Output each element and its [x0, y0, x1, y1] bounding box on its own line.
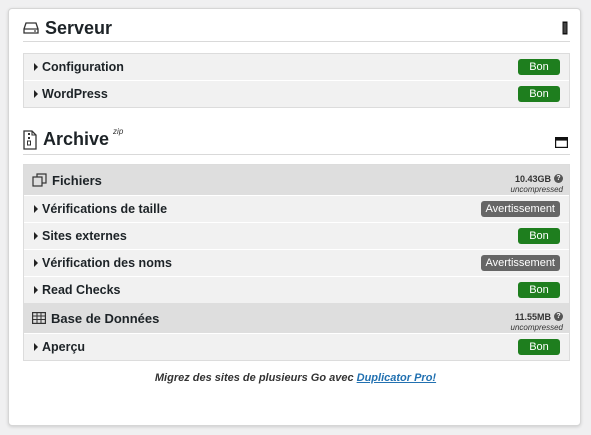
- duplicator-pro-link[interactable]: Duplicator Pro!: [357, 372, 436, 384]
- database-group-title: Base de Données: [51, 310, 160, 326]
- server-row-wordpress[interactable]: WordPress Bon: [24, 80, 569, 107]
- archive-checks-box: Fichiers 10.43GB? uncompressed Vérificat…: [23, 164, 570, 361]
- hard-drive-icon: [23, 22, 39, 34]
- file-zip-icon: [23, 129, 37, 150]
- collapse-toggle-icon[interactable]: [562, 21, 568, 40]
- row-label: Sites externes: [42, 229, 127, 243]
- row-label: Read Checks: [42, 283, 121, 297]
- server-section-header[interactable]: Serveur: [23, 15, 570, 42]
- status-badge: Bon: [518, 339, 560, 355]
- help-icon[interactable]: ?: [554, 174, 563, 184]
- row-label: Configuration: [42, 60, 124, 74]
- status-badge: Bon: [518, 86, 560, 102]
- status-badge: Avertissement: [480, 201, 560, 217]
- database-group-header: Base de Données 11.55MB? uncompressed: [24, 303, 569, 333]
- files-row-name-check[interactable]: Vérification des noms Avertissement: [24, 249, 569, 276]
- preflight-panel: Serveur Configuration Bon WordPress Bon: [8, 8, 581, 426]
- status-badge: Bon: [518, 282, 560, 298]
- table-icon: [32, 312, 46, 324]
- row-label: Vérification des noms: [42, 256, 172, 270]
- files-size-value: 10.43GB: [514, 174, 551, 184]
- help-icon[interactable]: ?: [554, 312, 563, 322]
- archive-format-label: zip: [113, 127, 124, 136]
- files-group-header: Fichiers 10.43GB? uncompressed: [24, 165, 569, 195]
- files-copy-icon: [32, 173, 47, 187]
- expand-arrow-icon: [34, 90, 38, 98]
- footer-text: Migrez des sites de plusieurs Go avec: [154, 372, 357, 384]
- status-badge: Bon: [518, 228, 560, 244]
- expand-arrow-icon: [34, 343, 38, 351]
- database-size: 11.55MB? uncompressed: [511, 308, 563, 332]
- upgrade-footer: Migrez des sites de plusieurs Go avec Du…: [9, 372, 582, 384]
- status-badge: Avertissement: [480, 255, 560, 271]
- window-toggle-icon[interactable]: [555, 135, 569, 153]
- expand-arrow-icon: [34, 286, 38, 294]
- files-row-external-sites[interactable]: Sites externes Bon: [24, 222, 569, 249]
- status-badge: Bon: [518, 59, 560, 75]
- database-size-note: uncompressed: [510, 323, 563, 332]
- expand-arrow-icon: [34, 232, 38, 240]
- server-checks-box: Configuration Bon WordPress Bon: [23, 53, 570, 108]
- server-row-configuration[interactable]: Configuration Bon: [24, 54, 569, 80]
- archive-section-title: Archive: [43, 129, 110, 149]
- expand-arrow-icon: [34, 205, 38, 213]
- database-size-value: 11.55MB: [514, 312, 551, 322]
- database-row-overview[interactable]: Aperçu Bon: [24, 333, 569, 360]
- files-size: 10.43GB? uncompressed: [511, 170, 563, 194]
- files-size-note: uncompressed: [510, 185, 563, 194]
- expand-arrow-icon: [34, 259, 38, 267]
- row-label: Aperçu: [42, 340, 86, 354]
- archive-section-header[interactable]: Archive zip: [23, 125, 570, 155]
- row-label: WordPress: [42, 87, 108, 101]
- server-section-title: Serveur: [45, 17, 113, 38]
- expand-arrow-icon: [34, 63, 38, 71]
- files-row-size-check[interactable]: Vérifications de taille Avertissement: [24, 195, 569, 222]
- row-label: Vérifications de taille: [42, 202, 168, 216]
- files-row-read-checks[interactable]: Read Checks Bon: [24, 276, 569, 303]
- files-group-title: Fichiers: [52, 172, 102, 188]
